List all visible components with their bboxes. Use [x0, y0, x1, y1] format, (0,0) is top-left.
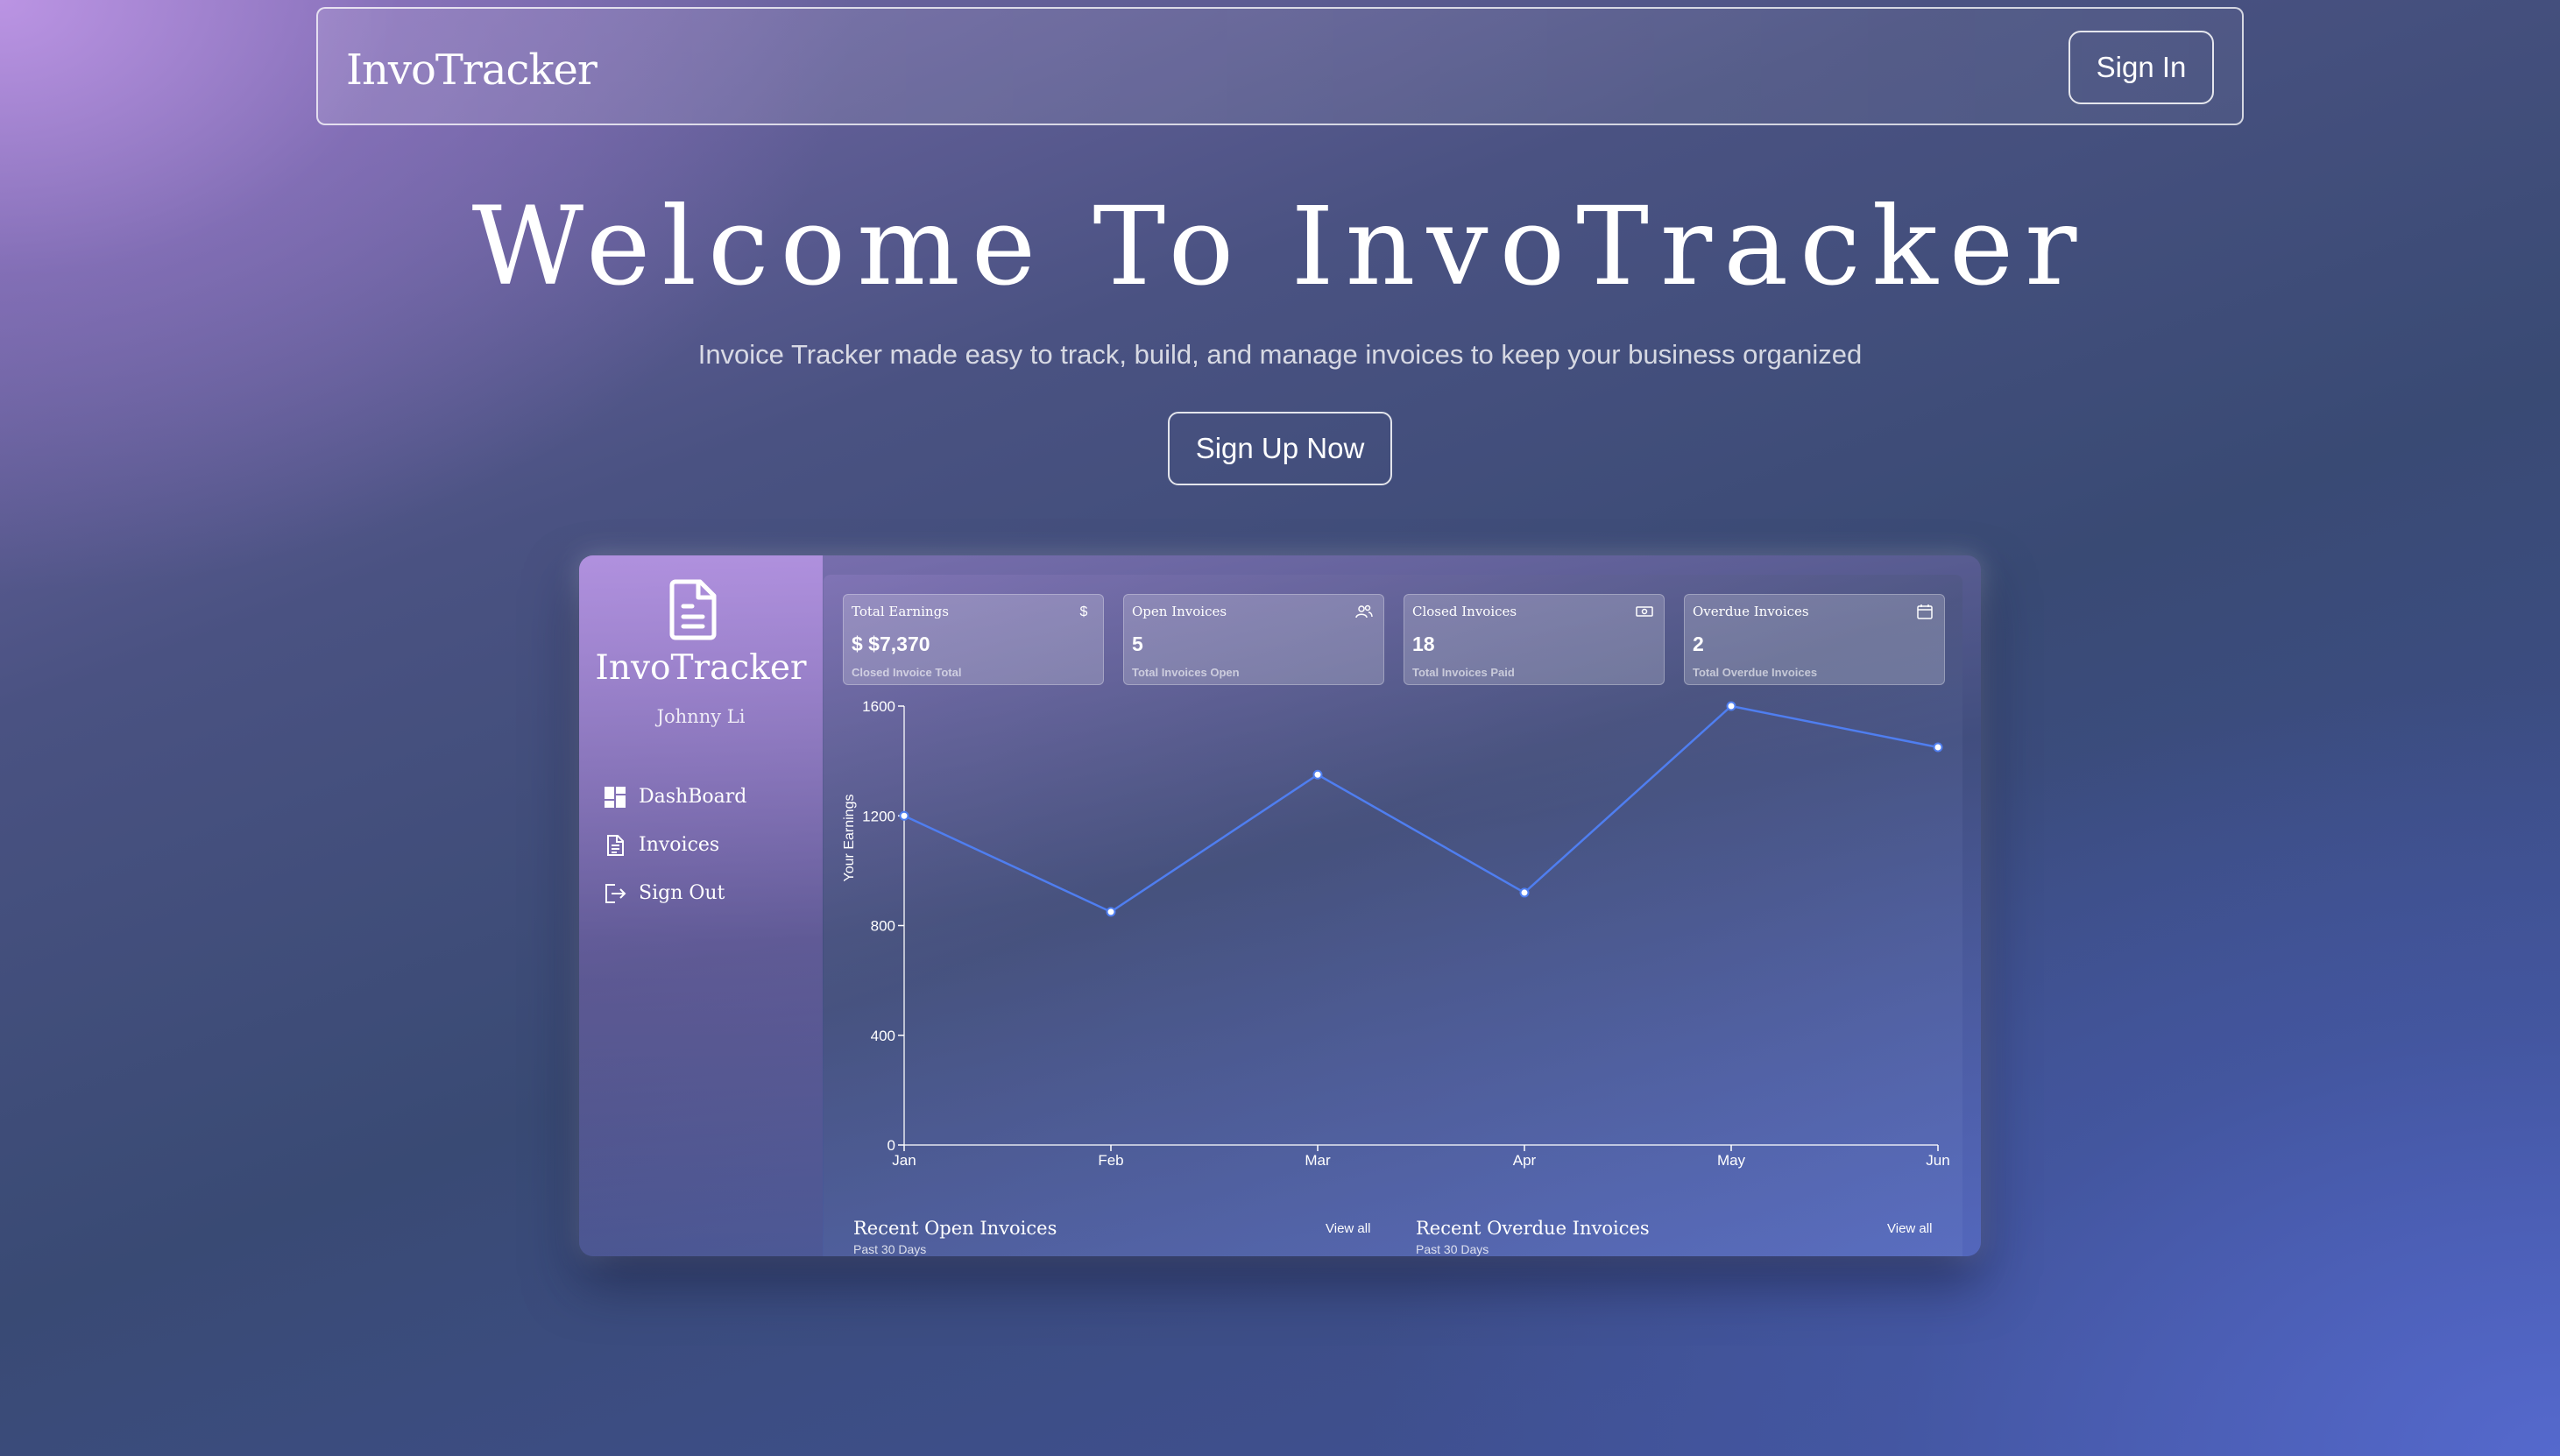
data-point: [1312, 769, 1323, 780]
preview-brand: InvoTracker: [595, 648, 807, 688]
sidebar-item-sign-out[interactable]: Sign Out: [604, 869, 746, 917]
earnings-chart: 040080012001600Jan Feb Mar Apr May JunYour Ea…: [842, 698, 1950, 1169]
invoice-icon: [607, 834, 624, 856]
sidebar-item-label: Invoices: [639, 834, 720, 856]
y-tick-label: 1600: [862, 698, 895, 715]
y-axis-title: Your Earnings: [842, 795, 857, 882]
x-tick-label: Apr: [1513, 1152, 1537, 1169]
recent-open-invoices: Recent Open Invoices Past 30 Days: [853, 1218, 1057, 1256]
section-subtitle: Past 30 Days: [1416, 1242, 1489, 1256]
section-subtitle: Past 30 Days: [853, 1242, 927, 1256]
x-tick-label: Jan: [892, 1152, 916, 1169]
dashboard-preview: InvoTracker Johnny Li DashBoard Invoices…: [579, 555, 1981, 1256]
y-tick-label: 1200: [862, 808, 895, 824]
dashboard-icon: [605, 786, 626, 808]
navbar: InvoTracker Sign In: [316, 7, 2244, 125]
recent-overdue-invoices: Recent Overdue Invoices Past 30 Days: [1416, 1218, 1650, 1256]
x-tick-label: Jun: [1926, 1152, 1949, 1169]
x-tick-label: Mar: [1305, 1152, 1331, 1169]
brand-logo[interactable]: InvoTracker: [346, 46, 598, 95]
hero-subtitle: Invoice Tracker made easy to track, buil…: [697, 339, 1863, 370]
hero-title: Welcome To InvoTracker: [471, 184, 2089, 310]
section-title: Recent Overdue Invoices: [1416, 1218, 1650, 1239]
user-name: Johnny Li: [656, 706, 746, 727]
y-tick-label: 800: [871, 918, 895, 935]
sidebar-item-invoices[interactable]: Invoices: [604, 821, 746, 869]
sign-up-button[interactable]: Sign Up Now: [1168, 412, 1392, 485]
data-point: [899, 810, 909, 821]
preview-main: Total Earnings $ $ $7,370 Closed Invoice…: [824, 575, 1962, 1256]
preview-sidebar: InvoTracker Johnny Li DashBoard Invoices…: [579, 555, 823, 1256]
sign-out-icon: [605, 883, 626, 903]
x-tick-label: Feb: [1098, 1152, 1123, 1169]
data-point: [1106, 907, 1116, 917]
sign-in-button[interactable]: Sign In: [2069, 31, 2214, 104]
document-icon: [669, 579, 717, 640]
sidebar-item-dashboard[interactable]: DashBoard: [604, 773, 746, 821]
y-tick-label: 400: [871, 1028, 895, 1044]
data-point: [1726, 701, 1736, 711]
series-line: [903, 704, 1939, 914]
view-all-link[interactable]: View all: [1887, 1221, 1932, 1236]
sidebar-item-label: Sign Out: [639, 882, 725, 904]
data-point: [1519, 887, 1530, 898]
x-tick-label: May: [1717, 1152, 1746, 1169]
data-point: [1933, 742, 1943, 753]
sidebar-item-label: DashBoard: [639, 786, 747, 808]
section-title: Recent Open Invoices: [853, 1218, 1057, 1239]
view-all-link[interactable]: View all: [1326, 1221, 1370, 1236]
preview-nav: DashBoard Invoices Sign Out: [604, 773, 746, 917]
